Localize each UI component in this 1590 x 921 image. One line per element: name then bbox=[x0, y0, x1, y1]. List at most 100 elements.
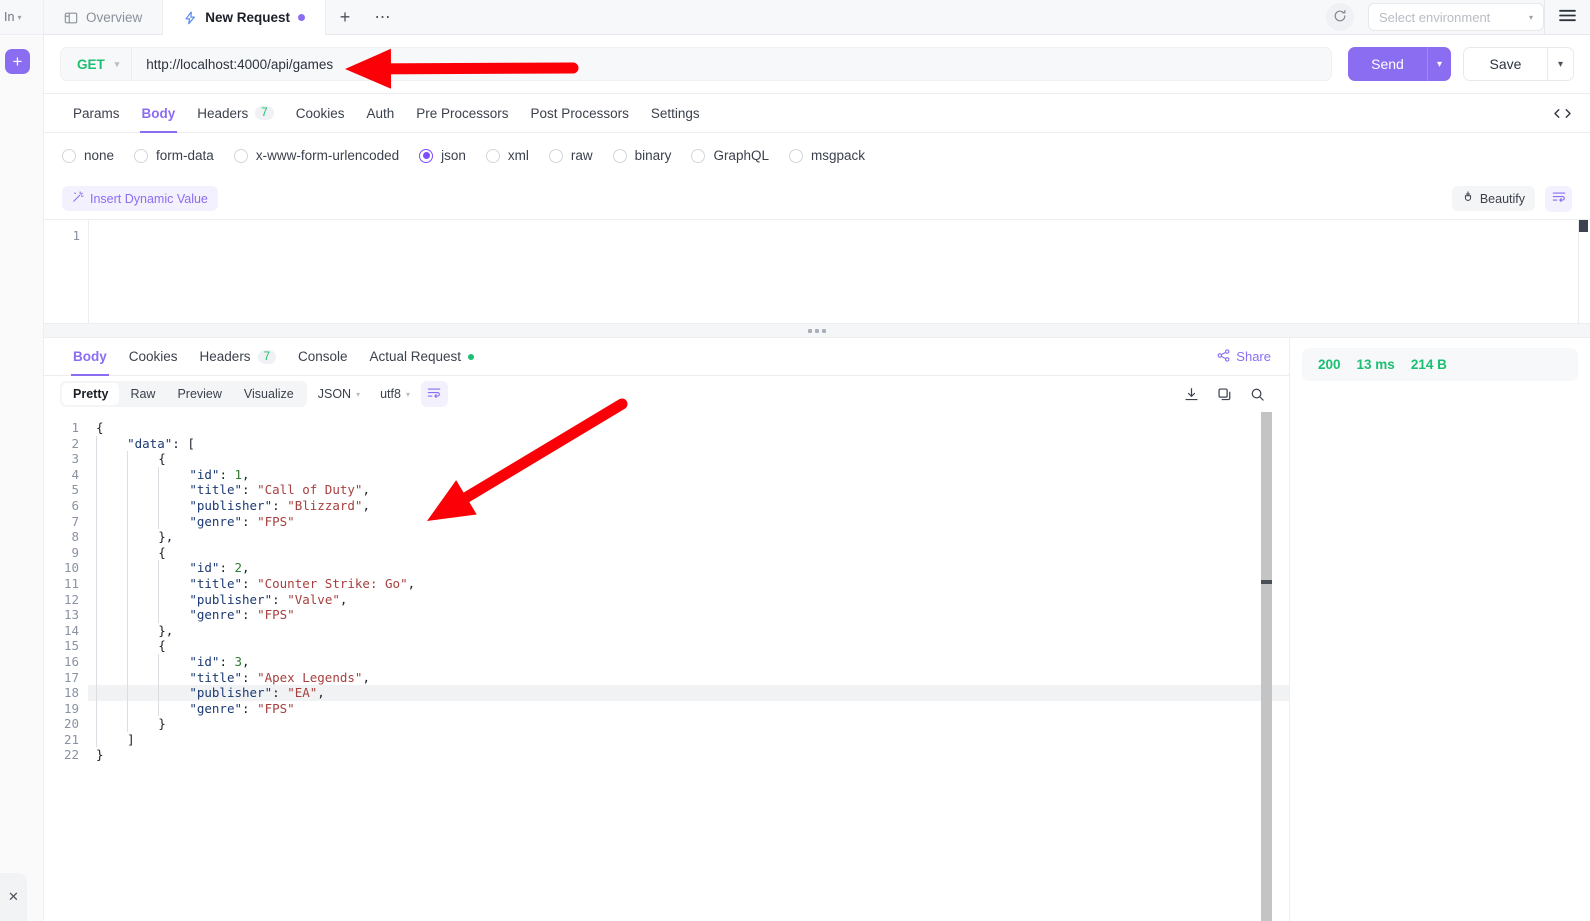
copy-button[interactable] bbox=[1217, 387, 1232, 402]
view-mode-raw[interactable]: Raw bbox=[119, 383, 166, 405]
code-line: "data": [ bbox=[88, 435, 1289, 452]
token: : bbox=[242, 513, 258, 529]
new-item-button[interactable]: + bbox=[5, 49, 30, 74]
code-line: }, bbox=[88, 622, 1289, 639]
response-wrap-lines-button[interactable] bbox=[420, 381, 448, 407]
method-select[interactable]: GET ▾ bbox=[61, 57, 131, 72]
send-button[interactable]: Send bbox=[1348, 47, 1427, 81]
response-scrollbar-thumb[interactable] bbox=[1261, 580, 1272, 584]
insert-dynamic-value-button[interactable]: Insert Dynamic Value bbox=[62, 186, 218, 211]
url-bar: GET ▾ Send ▾ Save ▾ bbox=[44, 35, 1590, 94]
view-mode-visualize[interactable]: Visualize bbox=[233, 383, 305, 405]
radio-xml[interactable]: xml bbox=[485, 148, 529, 163]
wrap-lines-button[interactable] bbox=[1545, 185, 1572, 212]
token: { bbox=[158, 638, 166, 654]
token: "Call of Duty" bbox=[257, 482, 363, 498]
response-tab-actual-request[interactable]: Actual Request bbox=[359, 337, 486, 376]
token: "publisher" bbox=[189, 497, 273, 513]
tab-auth[interactable]: Auth bbox=[355, 94, 405, 133]
line-number: 13 bbox=[63, 607, 79, 623]
response-tab-headers[interactable]: Headers 7 bbox=[189, 337, 287, 376]
more-tabs-button[interactable]: ⋯ bbox=[364, 0, 402, 34]
tab-settings[interactable]: Settings bbox=[640, 94, 711, 133]
workspace-selector[interactable]: In ▾ bbox=[0, 0, 43, 35]
code-line: "genre": "FPS" bbox=[88, 700, 1289, 717]
radio-circle bbox=[548, 148, 563, 163]
editor-content[interactable] bbox=[88, 220, 1590, 323]
tab-overview-label: Overview bbox=[86, 10, 143, 25]
environment-placeholder: Select environment bbox=[1379, 9, 1491, 25]
tab-body[interactable]: Body bbox=[131, 94, 187, 133]
radio-msgpack[interactable]: msgpack bbox=[788, 148, 865, 163]
wrap-lines-icon bbox=[1552, 191, 1566, 206]
tab-params[interactable]: Params bbox=[62, 94, 131, 133]
radio-json[interactable]: json bbox=[419, 148, 466, 163]
token: "title" bbox=[189, 669, 243, 685]
tab-new-request[interactable]: New Request bbox=[163, 0, 327, 35]
view-mode-pretty[interactable]: Pretty bbox=[62, 383, 120, 405]
radio-binary[interactable]: binary bbox=[612, 148, 671, 163]
encoding-select[interactable]: utf8 ▾ bbox=[371, 383, 419, 405]
response-body-viewer[interactable]: 1 2 3 4 5 6 7 8 9 10 11 12 13 14 15 16 17 18 19 20 21 22 { "d… bbox=[44, 412, 1289, 921]
editor-scrollbar[interactable] bbox=[1578, 220, 1588, 324]
url-input[interactable] bbox=[132, 48, 1331, 80]
tab-cookies[interactable]: Cookies bbox=[285, 94, 356, 133]
code-line: { bbox=[88, 638, 1289, 654]
code-brackets-icon[interactable] bbox=[1553, 106, 1572, 121]
body-code-editor[interactable]: 1 bbox=[44, 219, 1590, 324]
token: , bbox=[362, 669, 370, 685]
radio-raw[interactable]: raw bbox=[548, 148, 593, 163]
indent-guide bbox=[158, 607, 189, 623]
beautify-button[interactable]: Beautify bbox=[1451, 186, 1535, 211]
panel-splitter[interactable] bbox=[44, 323, 1590, 338]
indent-guide bbox=[127, 482, 158, 498]
layout-icon bbox=[64, 11, 78, 25]
indent-guide bbox=[96, 591, 127, 608]
response-scrollbar[interactable] bbox=[1261, 412, 1272, 921]
chevron-down-icon: ▾ bbox=[405, 389, 410, 399]
refresh-button[interactable] bbox=[1326, 3, 1354, 31]
environment-select[interactable]: Select environment ▾ bbox=[1368, 3, 1544, 31]
send-options-button[interactable]: ▾ bbox=[1427, 47, 1451, 81]
chevron-down-icon: ▾ bbox=[356, 389, 361, 399]
token: "Apex Legends" bbox=[257, 669, 363, 685]
response-json-content[interactable]: { "data": [ { "id": 1, "title": "Call of… bbox=[88, 412, 1289, 921]
radio-none[interactable]: none bbox=[62, 148, 114, 163]
line-number: 20 bbox=[63, 716, 79, 732]
radio-graphql[interactable]: GraphQL bbox=[691, 148, 769, 163]
main-menu-button[interactable] bbox=[1544, 0, 1590, 35]
token: , bbox=[407, 575, 416, 591]
format-label: JSON bbox=[317, 387, 352, 401]
radio-form-data[interactable]: form-data bbox=[134, 148, 214, 163]
editor-scrollbar-thumb[interactable] bbox=[1579, 220, 1588, 232]
radio-x-www-form-urlencoded[interactable]: x-www-form-urlencoded bbox=[233, 148, 399, 163]
indent-guide bbox=[127, 685, 158, 701]
view-mode-preview[interactable]: Preview bbox=[166, 383, 232, 405]
share-button[interactable]: Share bbox=[1217, 348, 1271, 365]
code-line: "title": "Call of Duty", bbox=[88, 482, 1289, 498]
new-tab-button[interactable]: + bbox=[326, 0, 364, 34]
response-tab-body[interactable]: Body bbox=[62, 337, 118, 376]
response-tab-cookies[interactable]: Cookies bbox=[118, 337, 189, 376]
hamburger-icon bbox=[1559, 9, 1576, 25]
response-tab-console[interactable]: Console bbox=[287, 337, 359, 376]
bolt-icon bbox=[183, 11, 197, 25]
indent-guide bbox=[96, 482, 127, 498]
tab-pre-processors[interactable]: Pre Processors bbox=[405, 94, 519, 133]
code-line: "genre": "FPS" bbox=[88, 607, 1289, 623]
tab-headers[interactable]: Headers 7 bbox=[186, 94, 284, 133]
format-select[interactable]: JSON ▾ bbox=[309, 383, 369, 405]
chevron-down-icon: ▾ bbox=[114, 58, 120, 69]
token: { bbox=[158, 544, 166, 560]
close-sidebar-button[interactable]: ✕ bbox=[0, 873, 27, 921]
download-button[interactable] bbox=[1184, 387, 1199, 402]
indent-guide bbox=[127, 607, 158, 623]
search-button[interactable] bbox=[1250, 387, 1265, 402]
save-button[interactable]: Save bbox=[1463, 47, 1548, 81]
indent-guide bbox=[158, 513, 189, 530]
save-options-button[interactable]: ▾ bbox=[1548, 47, 1574, 81]
tab-overview[interactable]: Overview bbox=[44, 0, 164, 35]
tab-post-processors[interactable]: Post Processors bbox=[520, 94, 640, 133]
code-line: "publisher": "Blizzard", bbox=[88, 497, 1289, 514]
code-line: "title": "Apex Legends", bbox=[88, 669, 1289, 686]
